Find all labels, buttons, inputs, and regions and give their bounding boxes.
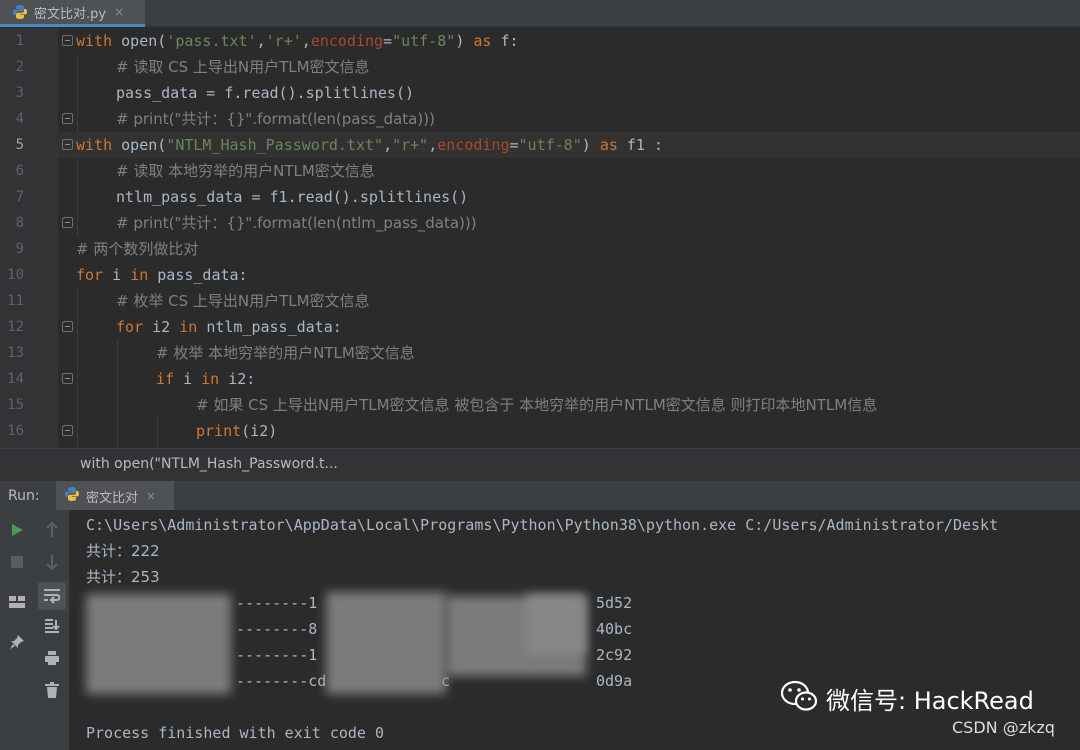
file-tab[interactable]: 密文比对.py × <box>0 0 145 27</box>
code-line: # 读取 本地穷举的用户NTLM密文信息 <box>116 162 375 180</box>
python-file-icon <box>12 4 28 20</box>
redacted-output-fragment: --------cd <box>236 672 327 690</box>
soft-wrap-icon[interactable] <box>38 582 66 610</box>
trash-icon[interactable] <box>40 678 64 702</box>
stop-icon[interactable] <box>5 550 29 574</box>
redacted-output-fragment: --------1 <box>236 646 318 664</box>
line-number: 13 <box>7 345 24 361</box>
code-line: for i2 in ntlm_pass_data: <box>116 318 342 336</box>
code-editor[interactable]: 1 2 3 4 5 6 7 8 9 10 11 12 13 14 15 16 w… <box>0 28 1080 448</box>
rerun-play-icon[interactable] <box>5 518 29 542</box>
code-line: print(i2) <box>196 422 278 440</box>
wechat-watermark: 微信号: HackRead <box>780 680 1034 716</box>
line-number: 8 <box>15 215 24 231</box>
code-line: if i in i2: <box>156 370 256 388</box>
console-exit-line: Process finished with exit code 0 <box>86 724 385 742</box>
line-number-gutter: 1 2 3 4 5 6 7 8 9 10 11 12 13 14 15 16 <box>0 28 58 448</box>
run-toolbar-secondary <box>34 510 70 750</box>
console-count-line: 共计：253 <box>86 568 160 586</box>
run-tool-window-header: Run: 密文比对 × <box>0 480 1080 511</box>
fold-marker-icon[interactable] <box>62 321 73 332</box>
code-line: with open("NTLM_Hash_Password.txt","r+",… <box>76 136 664 154</box>
fold-marker-icon[interactable] <box>62 113 73 124</box>
code-line: # 枚举 本地穷举的用户NTLM密文信息 <box>156 344 415 362</box>
fold-marker-icon[interactable] <box>62 217 73 228</box>
redaction-blur <box>326 592 446 694</box>
redaction-blur <box>526 594 586 654</box>
breadcrumb-text[interactable]: with open("NTLM_Hash_Password.t... <box>80 456 338 472</box>
line-number: 15 <box>7 397 24 413</box>
fold-marker-icon[interactable] <box>62 35 73 46</box>
code-line: pass_data = f.read().splitlines() <box>116 84 415 102</box>
python-run-icon <box>64 486 80 506</box>
redacted-output-fragment: --------8 <box>236 620 318 638</box>
code-line: # 两个数列做比对 <box>76 240 199 258</box>
code-line: # 读取 CS 上导出N用户TLM密文信息 <box>116 58 370 76</box>
editor-tab-bar: 密文比对.py × <box>0 0 1080 27</box>
line-number: 2 <box>15 59 24 75</box>
breadcrumb[interactable]: with open("NTLM_Hash_Password.t... <box>0 448 1080 480</box>
redaction-blur <box>86 594 231 694</box>
scroll-to-end-icon[interactable] <box>40 614 64 638</box>
console-count-line: 共计：222 <box>86 542 160 560</box>
redacted-output-fragment: 0d9a <box>596 672 633 690</box>
layout-icon[interactable] <box>5 590 29 614</box>
code-line: # 枚举 CS 上导出N用户TLM密文信息 <box>116 292 370 310</box>
watermark-text: 微信号: HackRead <box>826 686 1034 715</box>
run-toolbar-primary <box>0 510 34 750</box>
code-line: # print("共计：{}".format(len(ntlm_pass_dat… <box>116 214 477 232</box>
code-line: # print("共计：{}".format(len(pass_data))) <box>116 110 435 128</box>
close-run-tab-icon[interactable]: × <box>146 489 156 503</box>
run-config-tab[interactable]: 密文比对 × <box>56 481 174 511</box>
pin-icon[interactable] <box>5 630 29 654</box>
fold-marker-icon[interactable] <box>62 425 73 436</box>
code-line: ntlm_pass_data = f1.read().splitlines() <box>116 188 469 206</box>
line-number: 10 <box>7 267 24 283</box>
line-number: 16 <box>7 423 24 439</box>
scroll-up-icon[interactable] <box>40 518 64 542</box>
line-number: 9 <box>15 241 24 257</box>
code-line: with open('pass.txt','r+',encoding="utf-… <box>76 32 519 50</box>
line-number: 14 <box>7 371 24 387</box>
run-label: Run: <box>8 488 40 504</box>
line-number: 3 <box>15 85 24 101</box>
line-number: 4 <box>15 111 24 127</box>
redacted-output-fragment: 2c92 <box>596 646 633 664</box>
close-tab-icon[interactable]: × <box>114 5 124 19</box>
redacted-output-fragment: --------1 <box>236 594 318 612</box>
line-number: 11 <box>7 293 24 309</box>
scroll-down-icon[interactable] <box>40 550 64 574</box>
line-number: 6 <box>15 163 24 179</box>
line-number: 5 <box>15 137 24 153</box>
file-tab-label: 密文比对.py <box>34 6 107 22</box>
line-number: 12 <box>7 319 24 335</box>
code-line: for i in pass_data: <box>76 266 248 284</box>
redacted-output-fragment: 5d52 <box>596 594 633 612</box>
line-number: 1 <box>15 33 24 49</box>
fold-marker-icon[interactable] <box>62 373 73 384</box>
console-command-line: C:\Users\Administrator\AppData\Local\Pro… <box>86 516 999 534</box>
redacted-output-fragment: 40bc <box>596 620 633 638</box>
code-line: # 如果 CS 上导出N用户TLM密文信息 被包含于 本地穷举的用户NTLM密文… <box>196 396 878 414</box>
line-number: 7 <box>15 189 24 205</box>
run-tab-label: 密文比对 <box>86 490 139 506</box>
wechat-logo-icon <box>780 680 818 716</box>
fold-marker-icon[interactable] <box>62 139 73 150</box>
csdn-watermark: CSDN @zkzq <box>952 718 1055 737</box>
print-icon[interactable] <box>40 646 64 670</box>
